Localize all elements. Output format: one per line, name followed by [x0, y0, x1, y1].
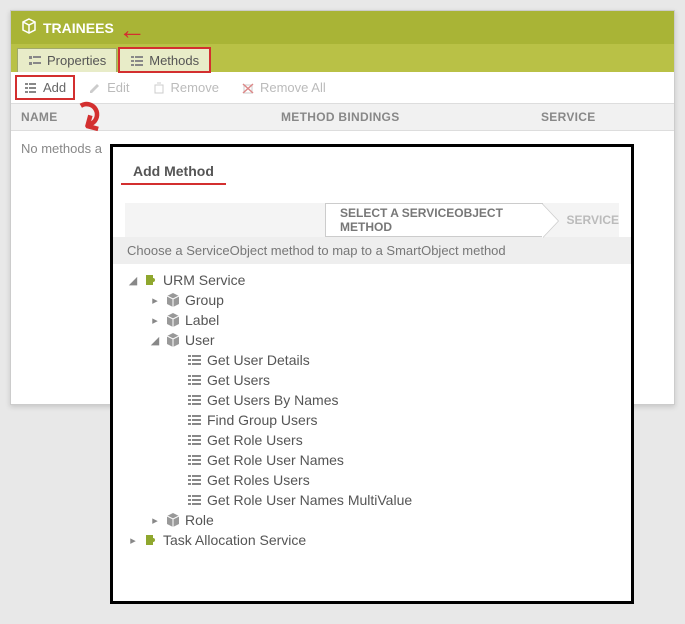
edit-button[interactable]: Edit: [81, 77, 136, 98]
add-label: Add: [43, 80, 66, 95]
cube-icon: [165, 292, 181, 308]
tab-methods-label: Methods: [149, 53, 199, 68]
tab-methods[interactable]: Methods: [119, 48, 210, 72]
wizard-breadcrumb: SELECT A SERVICEOBJECT METHOD SERVICE: [125, 203, 619, 237]
tree-label: Group: [185, 292, 224, 308]
chevron-right-icon: ▸: [149, 314, 161, 327]
tree-method-get-users[interactable]: Get Users: [171, 370, 621, 390]
crumb-select-method[interactable]: SELECT A SERVICEOBJECT METHOD: [325, 203, 543, 237]
add-method-dialog: Add Method SELECT A SERVICEOBJECT METHOD…: [110, 144, 634, 604]
tree-method-get-role-users[interactable]: Get Role Users: [171, 430, 621, 450]
add-button[interactable]: Add: [17, 77, 73, 98]
tree-label: URM Service: [163, 272, 245, 288]
remove-label: Remove: [171, 80, 219, 95]
chevron-down-icon: ◢: [127, 274, 139, 287]
remove-icon: [152, 81, 166, 95]
chevron-right-icon: ▸: [149, 294, 161, 307]
tree-method-get-role-user-names-multivalue[interactable]: Get Role User Names MultiValue: [171, 490, 621, 510]
remove-all-label: Remove All: [260, 80, 326, 95]
tree-label: Task Allocation Service: [163, 532, 306, 548]
edit-label: Edit: [107, 80, 129, 95]
tree-label: Get User Details: [207, 352, 310, 368]
method-icon: [187, 473, 203, 487]
cube-icon: [21, 18, 37, 37]
method-icon: [187, 353, 203, 367]
cube-icon: [165, 512, 181, 528]
tab-row: Properties Methods: [11, 44, 674, 72]
method-icon: [187, 453, 203, 467]
col-name: NAME: [11, 104, 271, 130]
tree-label: User: [185, 332, 215, 348]
tree-method-get-role-user-names[interactable]: Get Role User Names: [171, 450, 621, 470]
tree-label: Find Group Users: [207, 412, 317, 428]
tree-label: Get Role User Names MultiValue: [207, 492, 412, 508]
dialog-title: Add Method: [121, 153, 226, 185]
service-tree: ◢ URM Service ▸ Group ▸ Label ◢ User: [113, 264, 631, 560]
chevron-down-icon: ◢: [149, 334, 161, 347]
tree-method-get-roles-users[interactable]: Get Roles Users: [171, 470, 621, 490]
tab-properties-label: Properties: [47, 53, 106, 68]
dialog-instruction: Choose a ServiceObject method to map to …: [113, 237, 631, 264]
remove-all-button[interactable]: Remove All: [234, 77, 333, 98]
method-icon: [187, 393, 203, 407]
tree-label: Get Role User Names: [207, 452, 344, 468]
method-icon: [187, 373, 203, 387]
panel-title: TRAINEES: [43, 20, 114, 36]
tab-properties[interactable]: Properties: [17, 48, 117, 72]
tree-label: Label: [185, 312, 219, 328]
cube-icon: [165, 312, 181, 328]
tree-method-get-users-by-names[interactable]: Get Users By Names: [171, 390, 621, 410]
remove-all-icon: [241, 81, 255, 95]
tree-node-label[interactable]: ▸ Label: [149, 310, 621, 330]
user-methods: Get User Details Get Users Get Users By …: [149, 350, 621, 510]
tree-node-role[interactable]: ▸ Role: [149, 510, 621, 530]
properties-icon: [28, 54, 42, 68]
tree-label: Get Role Users: [207, 432, 303, 448]
annotation-arrow: ←: [118, 14, 146, 46]
toolbar: Add Edit Remove Remove All: [11, 72, 674, 104]
col-method: METHOD BINDINGS: [271, 104, 531, 130]
method-icon: [187, 413, 203, 427]
puzzle-icon: [143, 272, 159, 288]
methods-icon: [130, 54, 144, 68]
tree-label: Get Users: [207, 372, 270, 388]
tree-node-urm-service[interactable]: ◢ URM Service: [127, 270, 621, 290]
method-icon: [187, 433, 203, 447]
cube-icon: [165, 332, 181, 348]
tree-node-task-allocation[interactable]: ▸ Task Allocation Service: [127, 530, 621, 550]
tree-label: Get Roles Users: [207, 472, 310, 488]
chevron-right-icon: ▸: [127, 534, 139, 547]
tree-label: Get Users By Names: [207, 392, 338, 408]
tree-node-group[interactable]: ▸ Group: [149, 290, 621, 310]
tree-method-get-user-details[interactable]: Get User Details: [171, 350, 621, 370]
col-service: SERVICE: [531, 104, 674, 130]
tree-node-user[interactable]: ◢ User: [149, 330, 621, 350]
panel-header: TRAINEES: [11, 11, 674, 44]
crumb-service: SERVICE: [567, 213, 619, 227]
tree-label: Role: [185, 512, 214, 528]
tree-method-find-group-users[interactable]: Find Group Users: [171, 410, 621, 430]
puzzle-icon: [143, 532, 159, 548]
method-icon: [187, 493, 203, 507]
chevron-right-icon: ▸: [149, 514, 161, 527]
remove-button[interactable]: Remove: [145, 77, 226, 98]
add-icon: [24, 81, 38, 95]
